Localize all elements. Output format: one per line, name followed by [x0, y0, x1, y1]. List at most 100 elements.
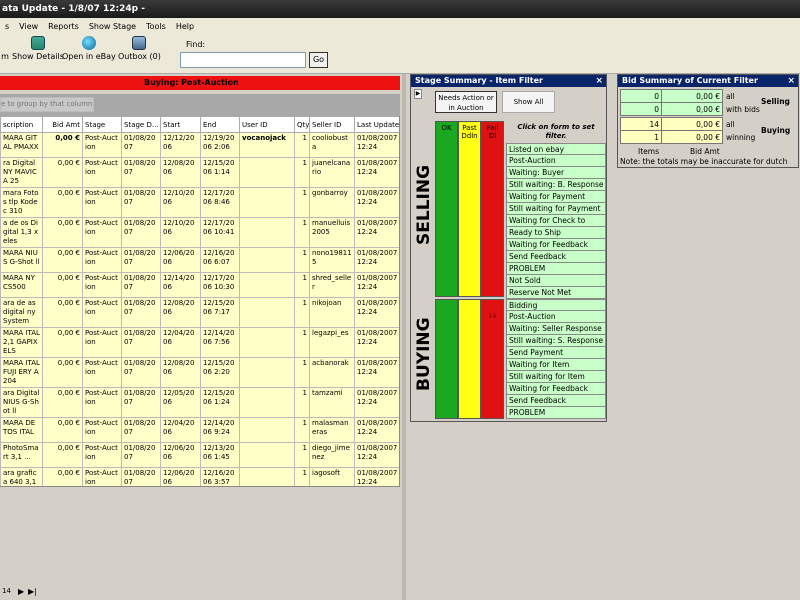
selling-fail-column[interactable]: Fail Dl	[481, 121, 504, 297]
selling-stage-item[interactable]: Post-Auction	[506, 155, 606, 167]
close-icon[interactable]: ×	[595, 75, 603, 87]
col-bid-amt[interactable]: Bid Amt	[42, 116, 83, 133]
col-stage-date[interactable]: Stage D...	[121, 116, 161, 133]
cell-bid-amt: 0,00 €	[42, 417, 83, 443]
cell-stage: Post-Auction	[82, 442, 122, 468]
table-row[interactable]: mara Fotos tlp Kodec 310 0,00 € Post-Aucti…	[0, 187, 399, 218]
cell-qty: 1	[294, 297, 310, 328]
table-row[interactable]: ara de as digital ny System 0,00 € Post-Au…	[0, 297, 399, 328]
cell-last-update: 01/08/2007 12:24	[354, 217, 399, 248]
table-row[interactable]: MARA ITAL FUJI ERY A204 0,00 € Post-Auctio…	[0, 357, 399, 388]
col-seller-id[interactable]: Seller ID	[309, 116, 355, 133]
cell-description: mara Fotos tlp Kodec 310	[0, 187, 43, 218]
outbox-button[interactable]: Outbox (0)	[118, 36, 161, 61]
table-row[interactable]: ara grafica 640 3,1 0,00 € Post-Auction 01/…	[0, 467, 399, 486]
buying-stage-item[interactable]: Send Feedback	[506, 395, 606, 407]
selling-stage-item[interactable]: Send Feedback	[506, 251, 606, 263]
svg-text:BUYING: BUYING	[414, 317, 433, 391]
cell-stage-date: 01/08/2007	[121, 327, 161, 358]
buying-stage-item[interactable]: Waiting: Seller Response	[506, 323, 606, 335]
selling-ok-column[interactable]: OK	[435, 121, 458, 297]
col-description[interactable]: scription	[0, 116, 43, 133]
find-input[interactable]	[180, 52, 306, 68]
buying-stage-item[interactable]: Waiting for Feedback	[506, 383, 606, 395]
table-row[interactable]: MARA ITAL 2,1 GAPIXELS 0,00 € Post-Auction…	[0, 327, 399, 358]
buying-stage-item[interactable]: PROBLEM	[506, 407, 606, 419]
selling-stage-item[interactable]: Still waiting for Payment	[506, 203, 606, 215]
buying-past-column[interactable]	[458, 299, 481, 419]
menu-file[interactable]: s	[0, 22, 14, 31]
close-icon[interactable]: ×	[787, 75, 795, 87]
group-by-area[interactable]: e to group by that column	[0, 94, 400, 116]
cell-last-update: 01/08/2007 12:24	[354, 132, 399, 158]
cell-user-id	[239, 272, 295, 298]
cell-description: a de os Digital 1,3 xeles	[0, 217, 43, 248]
menu-show-stage[interactable]: Show Stage	[84, 22, 141, 31]
selling-stage-item[interactable]: Not Sold	[506, 275, 606, 287]
col-qty[interactable]: Qty	[294, 116, 310, 133]
cell-seller-id: nikojoan	[309, 297, 355, 328]
splitter[interactable]	[402, 74, 406, 600]
cell-bid-amt: 0,00 €	[42, 442, 83, 468]
col-start[interactable]: Start	[160, 116, 201, 133]
open-in-ebay-button[interactable]: Open in eBay	[62, 36, 116, 61]
table-row[interactable]: PhotoSmart 3,1 ... 0,00 € Post-Auction 01/0…	[0, 442, 399, 468]
bid-summary-panel: Bid Summary of Current Filter × 0 0,00 € a…	[617, 74, 799, 168]
next-record-icon[interactable]: ▶	[18, 587, 24, 596]
cell-bid-amt: 0,00 €	[42, 357, 83, 388]
last-record-icon[interactable]: ▶|	[28, 587, 37, 596]
buying-ok-column[interactable]	[435, 299, 458, 419]
selling-stage-item[interactable]: Waiting for Payment	[506, 191, 606, 203]
past-deadline-header: Past Ddln	[461, 124, 478, 140]
table-row[interactable]: MARA GITAL PMAXX 0,00 € Post-Auction 01/08/…	[0, 132, 399, 158]
menu-tools[interactable]: Tools	[141, 22, 171, 31]
buying-stage-item[interactable]: Bidding	[506, 299, 606, 311]
cell-user-id	[239, 327, 295, 358]
buying-stage-item[interactable]: Send Payment	[506, 347, 606, 359]
col-stage[interactable]: Stage	[82, 116, 122, 133]
expand-arrow-icon[interactable]: ▶	[414, 89, 422, 99]
col-end[interactable]: End	[200, 116, 240, 133]
cell-start: 12/08/2006	[160, 297, 201, 328]
menu-view[interactable]: View	[14, 22, 43, 31]
selling-stage-item[interactable]: PROBLEM	[506, 263, 606, 275]
ebay-globe-icon	[81, 36, 96, 50]
selling-stage-item[interactable]: Ready to Ship	[506, 227, 606, 239]
cell-last-update: 01/08/2007 12:24	[354, 247, 399, 273]
table-row[interactable]: ra Digital NY MAVICA 25 0,00 € Post-Auctio…	[0, 157, 399, 188]
show-details-button[interactable]: Show Details	[12, 36, 64, 61]
selling-stage-item[interactable]: Waiting: Buyer	[506, 167, 606, 179]
selling-stage-item[interactable]: Listed on ebay	[506, 143, 606, 155]
fail-header: Fail Dl	[486, 124, 499, 140]
menu-help[interactable]: Help	[171, 22, 199, 31]
cell-seller-id: tamzami	[309, 387, 355, 418]
cell-last-update: 01/08/2007 12:24	[354, 387, 399, 418]
go-button[interactable]: Go	[309, 52, 328, 68]
menu-reports[interactable]: Reports	[43, 22, 84, 31]
details-icon	[30, 36, 45, 50]
selling-stage-item[interactable]: Waiting for Feedback	[506, 239, 606, 251]
show-all-button[interactable]: Show All	[502, 91, 555, 113]
buying-stage-item[interactable]: Still waiting: S. Response	[506, 335, 606, 347]
cell-qty: 1	[294, 442, 310, 468]
selling-stage-item[interactable]: Reserve Not Met	[506, 287, 606, 299]
buying-stage-item[interactable]: Still waiting for Item	[506, 371, 606, 383]
selling-stage-item[interactable]: Still waiting: B. Response	[506, 179, 606, 191]
item-button[interactable]: m	[0, 36, 12, 61]
table-row[interactable]: MARA DE TOS ITAL 0,00 € Post-Auction 01/08/…	[0, 417, 399, 443]
buying-stage-item[interactable]: Waiting for Item	[506, 359, 606, 371]
selling-past-column[interactable]: Past Ddln	[458, 121, 481, 297]
col-user-id[interactable]: User ID	[239, 116, 295, 133]
buying-stage-item[interactable]: Post-Auction	[506, 311, 606, 323]
selling-stage-item[interactable]: Waiting for Check to	[506, 215, 606, 227]
table-row[interactable]: ara Digital NIUS G-Shot ll 0,00 € Post-Auc…	[0, 387, 399, 418]
needs-action-button[interactable]: Needs Action or in Auction	[435, 91, 497, 113]
col-last-update[interactable]: Last Update	[354, 116, 399, 133]
buying-fail-column[interactable]: 14	[481, 299, 504, 419]
table-row[interactable]: a de os Digital 1,3 xeles 0,00 € Post-Auct…	[0, 217, 399, 248]
table-row[interactable]: MARA NIUS G-Shot ll 0,00 € Post-Auction 01/…	[0, 247, 399, 273]
cell-bid-amt: 0,00 €	[42, 157, 83, 188]
cell-start: 12/08/2006	[160, 357, 201, 388]
cell-start: 12/12/2006	[160, 132, 201, 158]
table-row[interactable]: MARA NY CS500 0,00 € Post-Auction 01/08/200…	[0, 272, 399, 298]
